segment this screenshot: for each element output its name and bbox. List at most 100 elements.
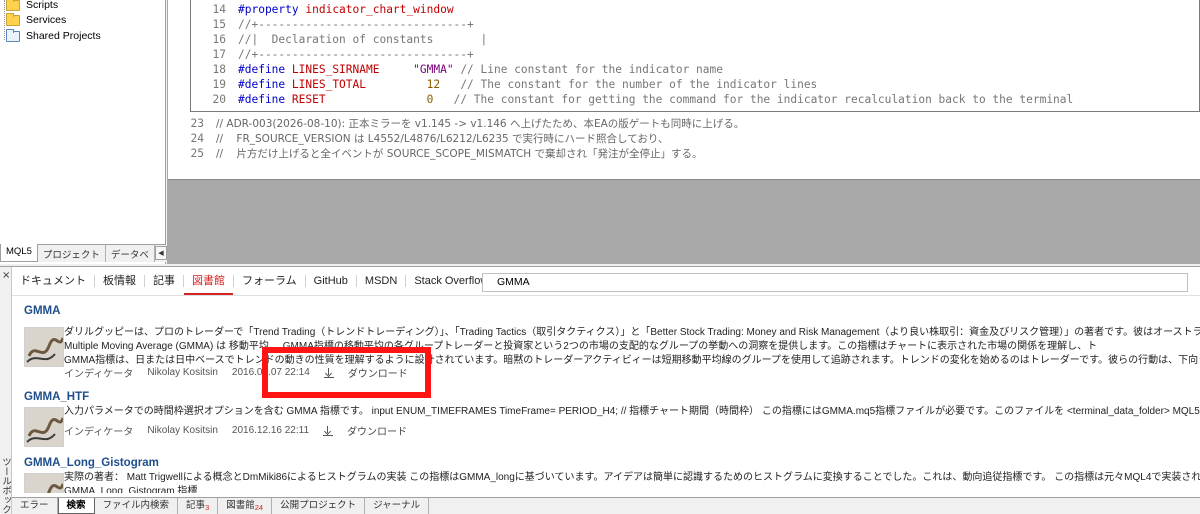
count-badge: 3 xyxy=(205,503,210,512)
line-number: 19 xyxy=(212,78,226,91)
tree-connector xyxy=(4,0,5,40)
line-number: 24 xyxy=(190,132,204,145)
result-author: Nikolay Kositsin xyxy=(147,425,218,436)
code-number: 12 xyxy=(426,78,441,91)
code-line: 19 #define LINES_TOTAL 12 // The constant… xyxy=(191,77,1199,92)
tab-label: エラー xyxy=(20,500,49,511)
result-title-link[interactable]: GMMA_HTF xyxy=(24,391,89,403)
result-title-link[interactable]: GMMA_Long_Gistogram xyxy=(24,457,159,469)
code-comment: // FR_SOURCE_VERSION は L4552/L4876/L6212… xyxy=(216,133,669,145)
tab-forum[interactable]: フォーラム xyxy=(234,267,305,295)
tab-public-projects[interactable]: 公開プロジェクト xyxy=(272,498,366,514)
line-number: 15 xyxy=(212,18,226,31)
divider xyxy=(12,295,1200,296)
code-comment: //+-------------------------------+ xyxy=(238,48,474,61)
tab-articles-bottom[interactable]: 記事3 xyxy=(178,498,219,514)
code-identifier: LINES_SIRNAME xyxy=(291,63,380,76)
navigator-item-services[interactable]: Services xyxy=(6,12,66,28)
result-thumbnail xyxy=(24,407,64,447)
tab-search[interactable]: 検索 xyxy=(57,498,95,514)
close-icon[interactable]: × xyxy=(2,270,10,281)
line-number: 18 xyxy=(212,63,226,76)
thumbnail-image xyxy=(25,328,63,366)
code-line: 20 #define RESET 0 // The constant for ge… xyxy=(191,92,1199,107)
tab-articles[interactable]: 記事 xyxy=(145,267,183,295)
tab-documentation[interactable]: ドキュメント xyxy=(12,267,94,295)
line-number: 20 xyxy=(212,93,226,106)
folder-icon xyxy=(6,0,20,11)
line-number: 14 xyxy=(212,3,226,16)
count-badge: 24 xyxy=(254,503,264,512)
line-number: 17 xyxy=(212,48,226,61)
line-number: 23 xyxy=(190,117,204,130)
navigator-panel: Scripts Services Shared Projects MQL5 プロ… xyxy=(0,0,179,264)
description-line: ダリルグッピーは、プロのトレーダーで「Trend Trading（トレンドトレー… xyxy=(64,327,1200,338)
code-comment: // The constant for getting the command … xyxy=(433,93,1074,106)
result-description: ダリルグッピーは、プロのトレーダーで「Trend Trading（トレンドトレー… xyxy=(64,326,1200,368)
result-title-link[interactable]: GMMA xyxy=(24,305,60,317)
navigator-item-label: Scripts xyxy=(26,0,59,11)
tab-mql5[interactable]: MQL5 xyxy=(0,244,38,262)
tab-codebase[interactable]: 図書館 xyxy=(184,267,233,295)
result-thumbnail xyxy=(24,327,64,367)
code-line: 17 //+-------------------------------+ xyxy=(191,47,1199,62)
description-line: GMMA_Long_Gistogram 指標 xyxy=(64,486,198,493)
code-lines-below: 23 // ADR-003(2026-08-10): 正本ミラーを v1.145 … xyxy=(168,114,1200,179)
code-peek-window[interactable]: 14 #property indicator_chart_window 15 //+… xyxy=(190,0,1200,112)
code-keyword: #define xyxy=(238,78,286,91)
code-comment: // 片方だけ上げると全イベントが SOURCE_SCOPE_MISMATCH … xyxy=(216,148,703,160)
code-line: 24 // FR_SOURCE_VERSION は L4552/L4876/L62… xyxy=(168,131,669,146)
download-icon xyxy=(323,425,334,436)
tab-label: 公開プロジェクト xyxy=(280,500,357,511)
thumbnail-image xyxy=(25,474,63,493)
code-comment: // The constant for the number of the in… xyxy=(440,78,818,91)
code-line: 16 //| Declaration of constants | xyxy=(191,32,1199,47)
highlight-annotation-box xyxy=(262,347,431,398)
tab-label: 図書館 xyxy=(226,500,255,511)
code-line: 18 #define LINES_SIRNAME "GMMA" // Line c… xyxy=(191,62,1199,77)
toolbox-side-strip: × ツールボックス xyxy=(0,267,12,514)
code-comment: //+-------------------------------+ xyxy=(238,18,474,31)
result-description: 実際の著者： Matt Trigwellによる概念とDmMiki86によるヒスト… xyxy=(64,471,1200,493)
navigator-tabs: MQL5 プロジェクト データベ ◀ ▶ xyxy=(0,244,179,262)
toolbox-panel: × ツールボックス ドキュメント 板情報 記事 図書館 フォーラム GitHub… xyxy=(0,266,1200,514)
tab-label: ジャーナル xyxy=(373,500,421,511)
description-line: Multiple Moving Average (GMMA) は 移動平均 ..… xyxy=(64,341,1098,352)
shared-folder-icon xyxy=(6,28,20,42)
code-line: 15 //+-------------------------------+ xyxy=(191,17,1199,32)
code-keyword: #property xyxy=(238,3,299,16)
folder-icon xyxy=(6,12,20,26)
scroll-left-icon[interactable]: ◀ xyxy=(154,246,167,260)
tab-msdn[interactable]: MSDN xyxy=(357,267,405,295)
tab-errors[interactable]: エラー xyxy=(12,498,58,514)
code-comment: // Line constant for the indicator name xyxy=(453,63,723,76)
code-keyword: #define xyxy=(238,93,286,106)
download-label: ダウンロード xyxy=(347,427,408,438)
code-identifier: indicator_chart_window xyxy=(305,3,454,16)
description-line: 入力パラメータでの時間枠選択オプションを含む GMMA 指標です。 input … xyxy=(64,406,1200,417)
download-link[interactable]: ダウンロード xyxy=(323,423,421,438)
navigator-item-label: Services xyxy=(26,14,67,26)
tab-label: ファイル内検索 xyxy=(102,500,170,511)
tab-order-book[interactable]: 板情報 xyxy=(95,267,144,295)
line-number: 16 xyxy=(212,33,226,46)
code-string: "GMMA" xyxy=(413,63,454,76)
code-comment: // ADR-003(2026-08-10): 正本ミラーを v1.145 ->… xyxy=(216,118,745,130)
code-editor[interactable]: 14 #property indicator_chart_window 15 //+… xyxy=(168,0,1200,180)
tab-codebase-bottom[interactable]: 図書館24 xyxy=(218,498,273,514)
result-description: 入力パラメータでの時間枠選択オプションを含む GMMA 指標です。 input … xyxy=(64,405,1200,419)
toolbox-label: ツールボックス xyxy=(0,457,11,514)
search-results: GMMA ダリルグッピーは、プロのトレーダーで「Trend Trading（トレ… xyxy=(12,297,1200,493)
code-line: 14 #property indicator_chart_window xyxy=(191,2,1199,17)
tab-journal[interactable]: ジャーナル xyxy=(365,498,430,514)
tab-project[interactable]: プロジェクト xyxy=(38,245,106,262)
result-type: インディケータ xyxy=(64,369,134,380)
search-input[interactable]: GMMA xyxy=(482,273,1188,292)
navigator-item-shared-projects[interactable]: Shared Projects xyxy=(6,28,101,44)
tab-database[interactable]: データベ xyxy=(106,245,155,262)
tab-github[interactable]: GitHub xyxy=(306,267,356,295)
tab-search-in-files[interactable]: ファイル内検索 xyxy=(95,498,179,514)
code-identifier: RESET xyxy=(291,93,326,106)
